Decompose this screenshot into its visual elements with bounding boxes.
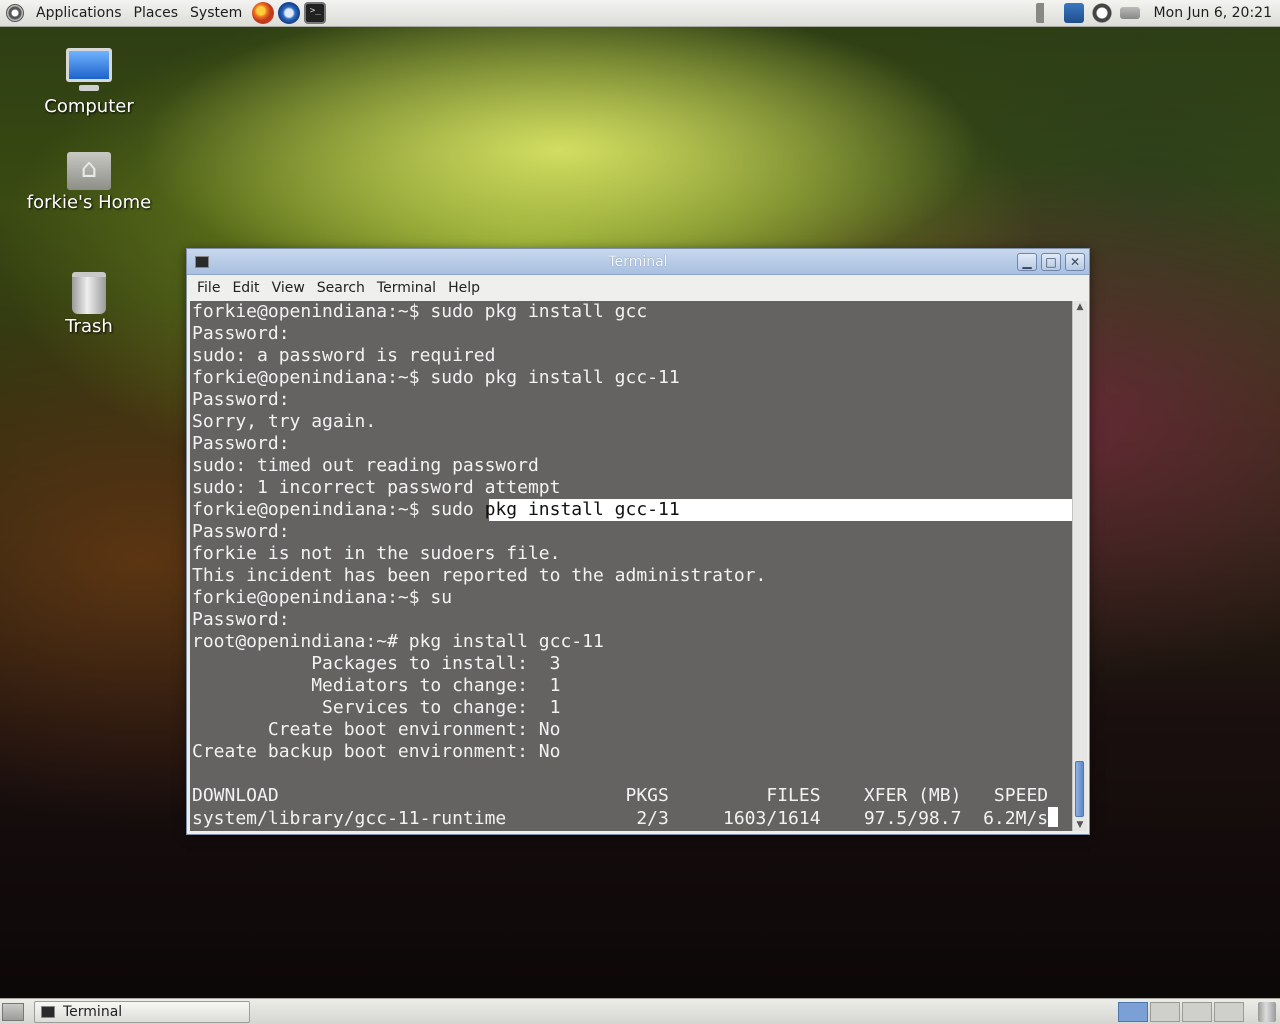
show-desktop-button[interactable] [2,1002,24,1021]
taskbar-button-label: Terminal [63,1003,123,1020]
top-panel: Applications Places System >_ Mon Jun 6,… [0,0,1280,27]
volume-icon[interactable] [1035,3,1056,23]
terminal-line: Create boot environment: No [192,719,561,740]
terminal-window: Terminal ▁ □ ✕ File Edit View Search Ter… [186,248,1090,835]
terminal-line: forkie@openindiana:~$ sudo pkg install g… [192,301,648,322]
terminal-line-selected: forkie@openindiana:~$ sudo pkg install g… [192,499,1072,521]
terminal-line: This incident has been reported to the a… [192,565,767,586]
download-progress-line: system/library/gcc-11-runtime 2/3 1603/1… [192,808,1049,829]
power-icon[interactable] [1119,7,1140,19]
terminal-line: Password: [192,323,290,344]
workspace-3[interactable] [1182,1001,1212,1022]
selected-text[interactable]: pkg install gcc-11 [485,499,680,520]
bottom-panel: Terminal [0,998,1280,1024]
desktop-icon-label: Computer [44,96,134,117]
window-menubar: File Edit View Search Terminal Help [187,275,1089,301]
terminal-line: sudo: a password is required [192,345,496,366]
terminal-line: Packages to install: 3 [192,653,561,674]
workspace-1[interactable] [1118,1001,1148,1022]
desktop-icon-home[interactable]: forkie's Home [14,152,164,213]
menu-help[interactable]: Help [442,280,486,296]
taskbar-button-terminal[interactable]: Terminal [34,1000,250,1023]
terminal-line: Services to change: 1 [192,697,561,718]
terminal-line: Sorry, try again. [192,411,377,432]
home-folder-icon [67,152,111,190]
terminal-line: sudo: timed out reading password [192,455,539,476]
menu-system[interactable]: System [184,5,248,21]
menu-applications[interactable]: Applications [30,5,128,21]
terminal-line: sudo: 1 incorrect password attempt [192,477,561,498]
window-title: Terminal [608,253,668,270]
menu-edit[interactable]: Edit [226,280,265,296]
text-cursor [1048,807,1059,827]
terminal-scrollbar[interactable]: ▲ ▼ [1072,301,1087,831]
scroll-up-arrow-icon[interactable]: ▲ [1073,301,1087,313]
terminal-line: Create backup boot environment: No [192,741,561,762]
terminal-line: DOWNLOAD PKGS FILES XFER (MB) SPEED [192,785,1049,806]
workspace-switcher [1116,1001,1244,1022]
terminal-line-last: system/library/gcc-11-runtime 2/3 1603/1… [192,807,1072,829]
menu-view[interactable]: View [266,280,311,296]
terminal-line: root@openindiana:~# pkg install gcc-11 [192,631,604,652]
scroll-down-arrow-icon[interactable]: ▼ [1073,819,1087,831]
desktop-icon-label: Trash [65,316,113,337]
update-manager-icon[interactable] [1091,3,1112,23]
terminal-line: forkie@openindiana:~$ su [192,587,453,608]
network-icon[interactable] [1063,3,1084,23]
terminal-line-prefix: forkie@openindiana:~$ sudo [192,499,485,520]
firefox-icon[interactable] [252,2,275,24]
desktop-icon-computer[interactable]: Computer [14,48,164,117]
workspace-4[interactable] [1214,1001,1244,1022]
menu-file[interactable]: File [191,280,226,296]
terminal-line: Password: [192,609,290,630]
openindiana-logo-icon[interactable] [6,4,24,22]
terminal-lines: forkie@openindiana:~$ sudo pkg install g… [192,301,1072,829]
window-titlebar[interactable]: Terminal ▁ □ ✕ [187,249,1089,275]
terminal-task-icon [41,1005,55,1018]
clock[interactable]: Mon Jun 6, 20:21 [1154,5,1272,21]
thunderbird-icon[interactable] [278,2,301,24]
menu-places[interactable]: Places [128,5,185,21]
terminal-line: forkie@openindiana:~$ sudo pkg install g… [192,367,680,388]
terminal-line: Password: [192,389,290,410]
desktop-icon-trash[interactable]: Trash [14,272,164,337]
terminal-line: Password: [192,433,290,454]
menu-search[interactable]: Search [311,280,371,296]
scrollbar-thumb[interactable] [1075,761,1084,817]
system-tray: Mon Jun 6, 20:21 [1028,3,1280,23]
workspace-2[interactable] [1150,1001,1180,1022]
terminal-line: forkie is not in the sudoers file. [192,543,561,564]
trash-applet-icon[interactable] [1258,1001,1276,1022]
terminal-output[interactable]: forkie@openindiana:~$ sudo pkg install g… [190,301,1072,831]
computer-icon [66,48,112,91]
terminal-line: Password: [192,521,290,542]
trash-icon [72,272,106,314]
menu-terminal[interactable]: Terminal [371,280,442,296]
desktop-icon-label: forkie's Home [26,192,152,213]
terminal-launcher-icon[interactable]: >_ [304,2,327,24]
terminal-line: Mediators to change: 1 [192,675,561,696]
